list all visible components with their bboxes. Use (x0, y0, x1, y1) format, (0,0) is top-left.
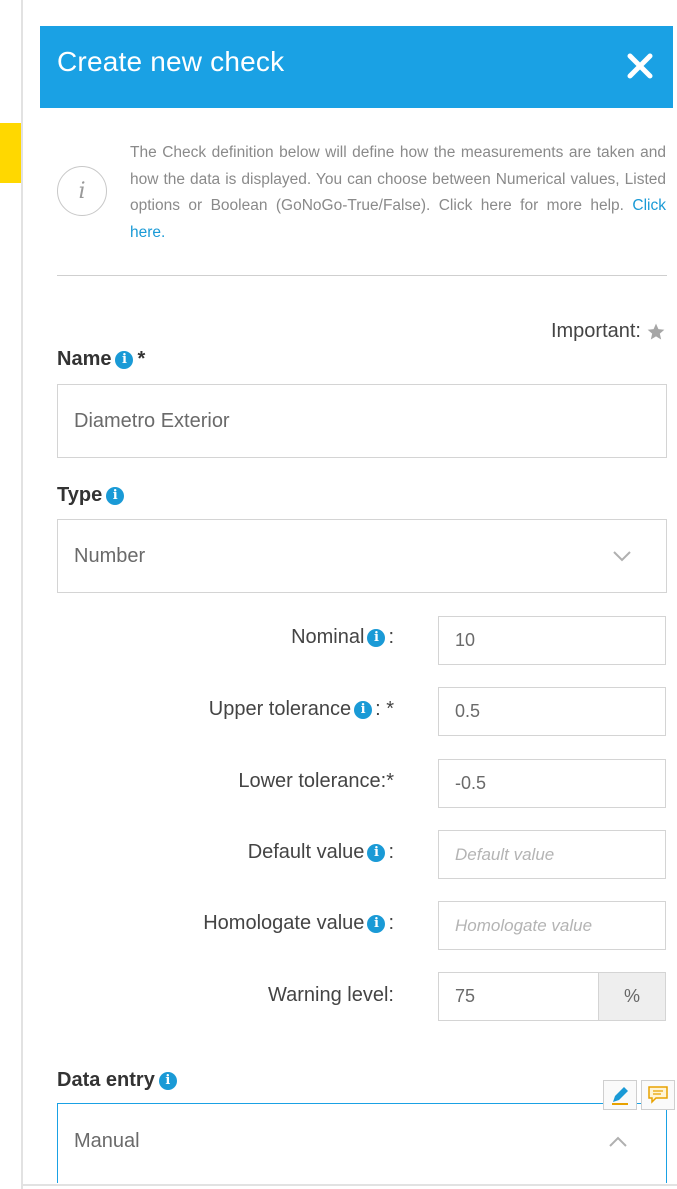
upper-tolerance-label: Upper tolerance i : * (208, 698, 394, 720)
chevron-down-icon (613, 551, 631, 562)
page-border (21, 0, 23, 1189)
name-info-icon[interactable]: i (115, 350, 134, 369)
type-select[interactable]: Number (57, 519, 667, 593)
default-value-input[interactable]: Default value (438, 830, 666, 879)
comment-icon (648, 1086, 668, 1104)
bottom-border (21, 1184, 677, 1186)
close-icon (627, 53, 653, 79)
comment-button[interactable] (641, 1080, 675, 1110)
lower-tolerance-input[interactable]: -0.5 (438, 759, 666, 808)
upper-tolerance-input[interactable]: 0.5 (438, 687, 666, 736)
close-button[interactable] (617, 43, 663, 89)
info-text: The Check definition below will define h… (130, 144, 666, 214)
data-entry-info-icon[interactable]: i (158, 1071, 177, 1090)
type-info-icon[interactable]: i (106, 486, 125, 505)
data-entry-label: Data entry i (57, 1069, 177, 1092)
create-check-dialog: Create new check i The Check definition … (40, 26, 675, 1183)
divider (57, 275, 667, 276)
chevron-up-icon (609, 1136, 627, 1147)
important-label: Important: (550, 320, 641, 342)
edit-button[interactable] (603, 1080, 637, 1110)
default-value-label: Default value i : (247, 841, 394, 863)
warning-level-group: 75 % (438, 972, 666, 1021)
homologate-value-info-icon[interactable]: i (367, 914, 386, 933)
info-circle-icon: i (57, 166, 107, 216)
star-icon[interactable] (646, 322, 666, 342)
pencil-icon (612, 1087, 628, 1105)
dialog-header: Create new check (40, 26, 673, 108)
default-value-info-icon[interactable]: i (367, 843, 386, 862)
warning-level-input[interactable]: 75 (438, 972, 599, 1021)
type-label: Type i (57, 484, 125, 507)
homologate-value-input[interactable]: Homologate value (438, 901, 666, 950)
warning-level-label: Warning level: (268, 984, 394, 1006)
nominal-label: Nominal i : (291, 626, 394, 648)
homologate-value-label: Homologate value i : (203, 912, 394, 934)
nominal-input[interactable]: 10 (438, 616, 666, 665)
percent-addon: % (599, 972, 666, 1021)
highlight-tab (0, 123, 21, 183)
important-toggle[interactable]: Important: (551, 320, 666, 343)
data-entry-select[interactable]: Manual (57, 1103, 667, 1183)
dialog-title: Create new check (57, 46, 285, 77)
name-input[interactable]: Diametro Exterior (57, 384, 667, 458)
info-description: The Check definition below will define h… (130, 140, 666, 246)
name-label: Name i * (57, 348, 146, 370)
upper-tolerance-info-icon[interactable]: i (354, 700, 373, 719)
nominal-info-icon[interactable]: i (367, 628, 386, 647)
lower-tolerance-label: Lower tolerance:* (238, 770, 394, 792)
